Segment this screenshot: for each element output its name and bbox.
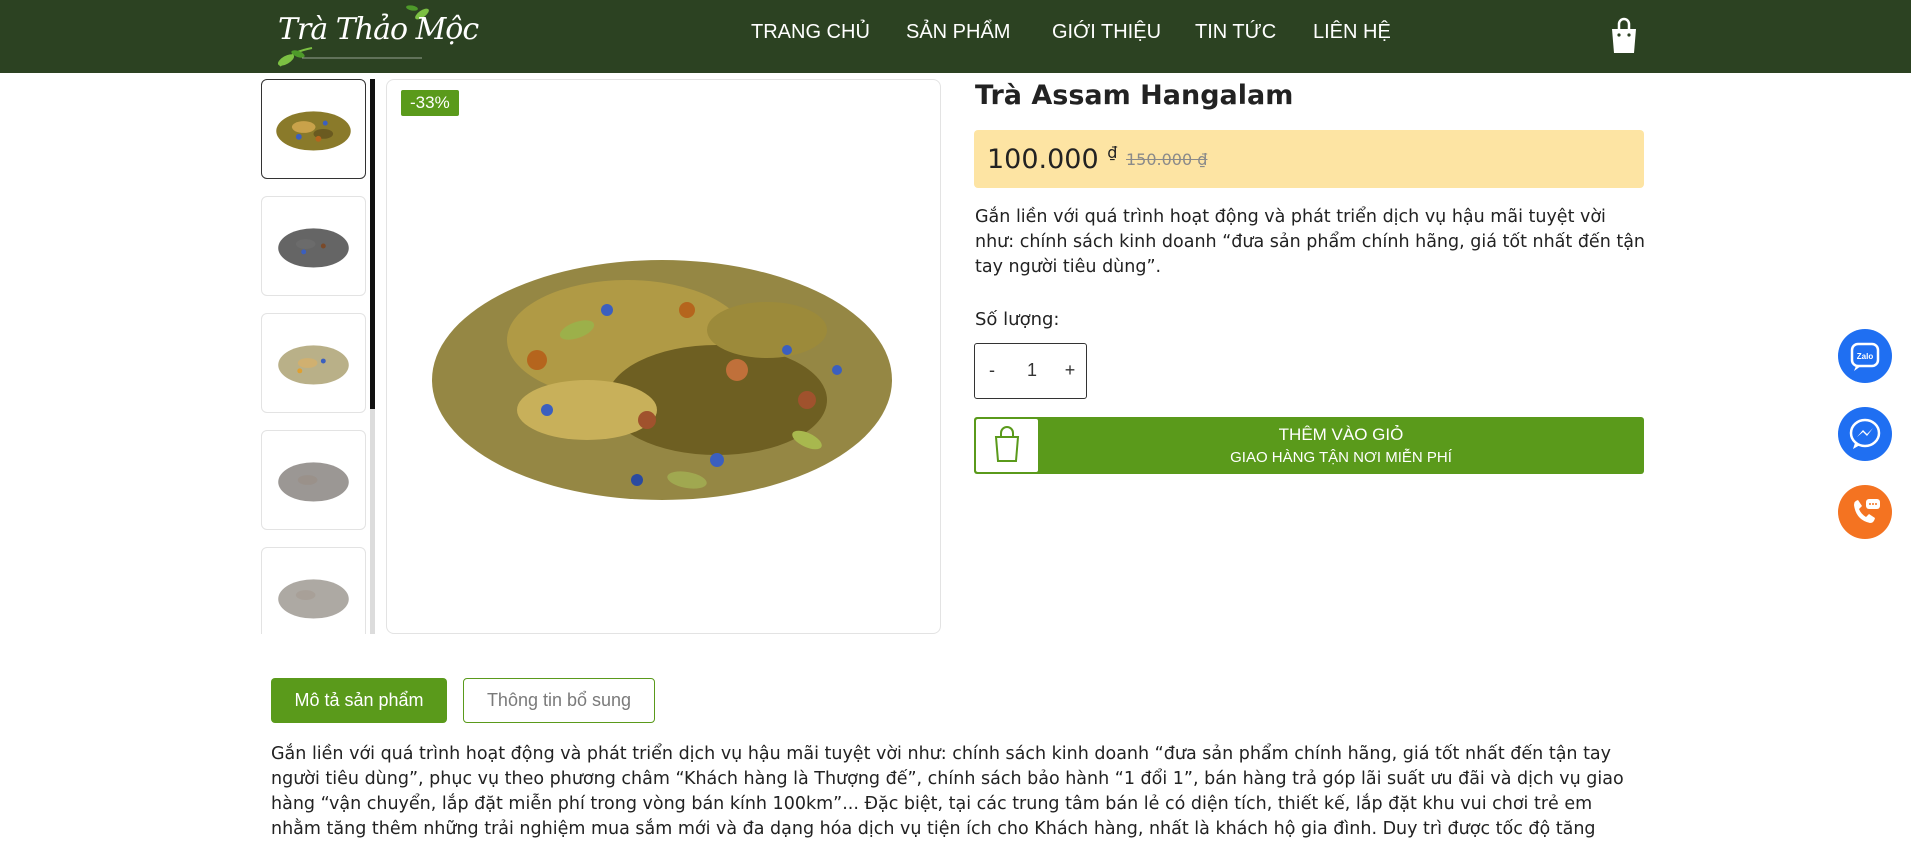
herbal-tea-thumbnail-image [278,345,349,385]
messenger-icon [1849,418,1881,449]
discount-badge: -33% [401,90,459,116]
shopping-bag-icon [994,426,1020,462]
tab-additional-info[interactable]: Thông tin bổ sung [463,678,655,723]
dark-tea-thumbnail-image [278,462,349,502]
tea-blend-image [432,260,892,500]
short-description: Gắn liền với quá trình hoạt động và phát… [975,207,1646,277]
add-to-cart-label: THÊM VÀO GIỎ [1278,425,1404,444]
loose-tea-thumbnail-image [278,579,349,619]
logo-text: Trà Thảo Mộc [278,12,479,47]
add-to-cart-button[interactable]: THÊM VÀO GIỎ GIAO HÀNG TẬN NƠI MIỄN PHÍ [974,417,1644,474]
thumbnail-4[interactable] [261,430,366,530]
thumbnail-2[interactable] [261,196,366,296]
messenger-button[interactable] [1838,407,1892,461]
add-to-cart-icon-box [976,419,1038,472]
thumbnail-3[interactable] [261,313,366,413]
tea-blend-thumbnail-image [276,111,351,151]
nav-item-home[interactable]: TRANG CHỦ [751,21,881,44]
thumbnail-list [261,79,366,634]
site-header: Trà Thảo Mộc TRANG CHỦ SẢN PHẨM GIỚI THI… [0,0,1911,73]
product-main-image[interactable]: -33% [386,79,941,634]
thumbnail-scrollbar-thumb[interactable] [370,79,375,409]
zalo-label: Zalo [1857,352,1874,361]
current-price-value: 100.000 [987,144,1099,175]
shopping-bag-icon [1612,17,1636,53]
nav-item-news[interactable]: TIN TỨC [1195,21,1305,44]
quantity-value[interactable]: 1 [1015,360,1049,381]
current-price: 100.000 ₫ [987,143,1117,175]
nav-item-contact[interactable]: LIÊN HỆ [1313,21,1403,44]
zalo-button[interactable]: Zalo [1838,329,1892,383]
black-tea-thumbnail-image [278,228,349,268]
thumbnail-1[interactable] [261,79,366,179]
quantity-label: Số lượng: [975,309,1060,330]
product-title: Trà Assam Hangalam [975,80,1294,111]
price-box: 100.000 ₫ 150.000 ₫ [974,130,1644,188]
free-delivery-label: GIAO HÀNG TẬN NƠI MIỄN PHÍ [1230,449,1452,466]
old-price: 150.000 ₫ [1126,150,1208,169]
currency-symbol: ₫ [1107,143,1118,162]
product-description: Gắn liền với quá trình hoạt động và phát… [271,744,1624,839]
thumbnail-5[interactable] [261,547,366,634]
cart-button[interactable] [1610,15,1638,55]
zalo-icon: Zalo [1850,342,1880,371]
nav-item-about[interactable]: GIỚI THIỆU [1052,21,1182,44]
quantity-plus-button[interactable]: + [1063,360,1077,381]
tab-product-description[interactable]: Mô tả sản phẩm [271,678,447,723]
phone-button[interactable] [1838,485,1892,539]
quantity-minus-button[interactable]: - [985,360,999,381]
phone-icon [1854,499,1880,523]
nav-item-products[interactable]: SẢN PHẨM [906,21,1026,44]
quantity-stepper: - 1 + [974,343,1087,399]
site-logo[interactable]: Trà Thảo Mộc [272,0,479,72]
